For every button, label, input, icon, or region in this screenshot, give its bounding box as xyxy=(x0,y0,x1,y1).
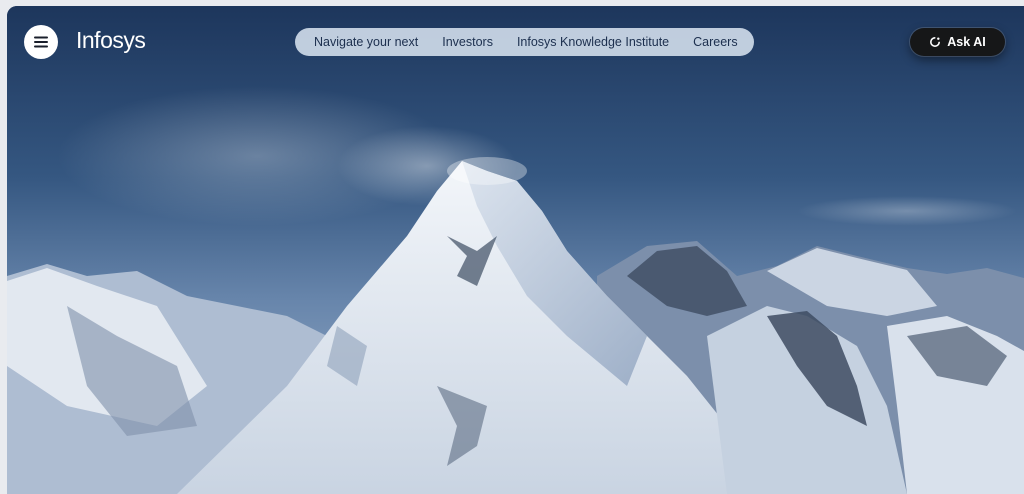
menu-button[interactable] xyxy=(24,25,58,59)
nav-link-careers[interactable]: Careers xyxy=(693,35,737,49)
nav-link-knowledge-institute[interactable]: Infosys Knowledge Institute xyxy=(517,35,669,49)
ask-ai-button[interactable]: Ask AI xyxy=(910,28,1005,56)
hero-mountain-image xyxy=(7,6,1024,494)
hero-section: Infosys Navigate your next Investors Inf… xyxy=(7,6,1024,494)
main-nav: Navigate your next Investors Infosys Kno… xyxy=(295,28,754,56)
ask-ai-label: Ask AI xyxy=(947,35,986,49)
hamburger-menu-icon xyxy=(34,36,48,48)
nav-link-investors[interactable]: Investors xyxy=(442,35,493,49)
nav-link-navigate-your-next[interactable]: Navigate your next xyxy=(314,35,418,49)
ai-sparkle-icon xyxy=(930,37,941,47)
infosys-logo[interactable]: Infosys xyxy=(76,27,146,54)
